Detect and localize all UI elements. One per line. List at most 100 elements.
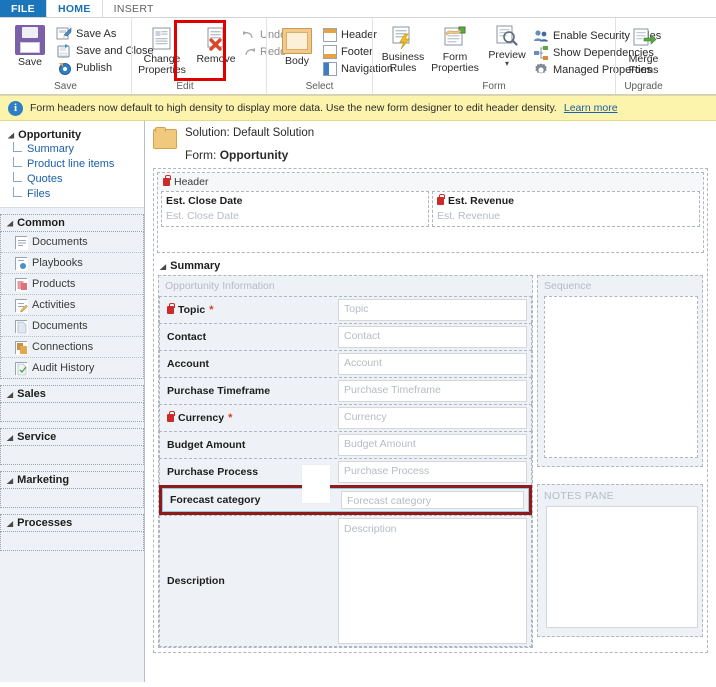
chevron-collapse-icon[interactable]: ◢ — [7, 476, 13, 484]
change-properties-icon — [149, 26, 175, 52]
sidebar-item-products[interactable]: Products — [1, 274, 143, 295]
field-est-revenue[interactable]: Est. Revenue Est. Revenue — [432, 191, 700, 227]
sidebar-group-header[interactable]: ◢ Processes — [0, 514, 144, 532]
chevron-collapse-icon[interactable]: ◢ — [7, 433, 13, 441]
documents-icon — [15, 319, 28, 334]
preview-dropdown-arrow[interactable]: ▾ — [505, 60, 509, 68]
sidebar-item-label: Products — [32, 278, 76, 290]
sidebar-item-label: Quotes — [27, 172, 63, 185]
audit-history-icon — [15, 361, 28, 376]
learn-more-link[interactable]: Learn more — [564, 102, 618, 114]
business-rules-button[interactable]: Business Rules — [377, 22, 429, 73]
field-input[interactable]: Description — [338, 518, 527, 644]
chevron-collapse-icon[interactable]: ◢ — [160, 262, 166, 270]
field-row-purchase-process[interactable]: Purchase Process Purchase Process — [159, 458, 532, 485]
ribbon-group-upgrade: Merge Forms Upgrade — [615, 18, 671, 94]
header-section[interactable]: Header Est. Close Date Est. Close Date E… — [157, 172, 704, 253]
field-input[interactable]: Contact — [338, 326, 527, 348]
documents-icon — [15, 235, 28, 250]
ribbon-group-form: Business Rules Form Properties Preview ▾ — [372, 18, 661, 94]
chevron-collapse-icon[interactable]: ◢ — [7, 519, 13, 527]
required-indicator: * — [228, 412, 233, 424]
field-input[interactable]: Budget Amount — [338, 434, 527, 456]
field-input[interactable]: Topic — [338, 299, 527, 321]
sequence-control[interactable] — [544, 296, 698, 458]
field-label: Currency * — [160, 405, 338, 431]
sidebar-item-label: Documents — [32, 236, 88, 248]
field-row-topic[interactable]: Topic * Topic — [159, 296, 532, 323]
summary-right-column: Sequence NOTES PANE — [537, 275, 703, 648]
change-properties-button[interactable]: Change Properties — [136, 24, 188, 75]
chevron-collapse-icon[interactable]: ◢ — [8, 131, 14, 139]
notification-text: Form headers now default to high density… — [30, 102, 557, 114]
sidebar-item-activities[interactable]: Activities — [1, 295, 143, 316]
sidebar-group-label: Marketing — [17, 474, 70, 486]
notes-pane-section[interactable]: NOTES PANE — [537, 484, 703, 637]
tab-file[interactable]: FILE — [0, 0, 46, 17]
opportunity-information-section[interactable]: Opportunity Information Topic * Topic Co… — [158, 275, 533, 648]
chevron-collapse-icon[interactable]: ◢ — [7, 219, 13, 227]
main-area: ◢ Opportunity Summary Product line items… — [0, 121, 716, 682]
sidebar-group-empty-dropzone[interactable] — [0, 489, 144, 508]
save-as-icon — [56, 26, 72, 42]
body-button[interactable]: Body — [271, 26, 323, 67]
tab-home[interactable]: HOME — [45, 0, 103, 17]
field-input[interactable]: Currency — [338, 407, 527, 429]
products-icon — [15, 277, 28, 292]
sequence-section[interactable]: Sequence — [537, 275, 703, 467]
sidebar-group-empty-dropzone[interactable] — [0, 532, 144, 551]
sidebar-group-header[interactable]: ◢ Sales — [0, 385, 144, 403]
field-placeholder: Est. Close Date — [166, 210, 239, 222]
undo-icon — [242, 28, 256, 42]
header-section-filler — [158, 230, 703, 252]
field-row-currency[interactable]: Currency * Currency — [159, 404, 532, 431]
sidebar-group-empty-dropzone[interactable] — [0, 446, 144, 465]
sidebar-item-label: Audit History — [32, 362, 95, 374]
preview-button[interactable]: Preview ▾ — [481, 22, 533, 68]
sidebar-group-header[interactable]: ◢ Service — [0, 428, 144, 446]
field-row-account[interactable]: Account Account — [159, 350, 532, 377]
field-input[interactable]: Account — [338, 353, 527, 375]
tab-insert[interactable]: INSERT — [103, 0, 165, 17]
sidebar-item-documents[interactable]: Documents — [1, 232, 143, 253]
security-roles-icon — [533, 28, 549, 44]
field-row-forecast-category[interactable]: Forecast category Forecast category — [162, 488, 529, 512]
merge-forms-button[interactable]: Merge Forms — [618, 24, 670, 75]
field-input[interactable]: Forecast category — [341, 491, 524, 509]
sidebar-item-quotes[interactable]: Quotes — [13, 171, 144, 186]
sidebar-group-common: ◢ Common Documents Playbooks Products Ac… — [0, 214, 144, 379]
sidebar-group-empty-dropzone[interactable] — [0, 403, 144, 422]
sidebar-item-documents-2[interactable]: Documents — [1, 316, 143, 337]
nav-root-opportunity[interactable]: ◢ Opportunity — [8, 129, 144, 141]
header-icon — [323, 27, 337, 42]
field-est-close-date[interactable]: Est. Close Date Est. Close Date — [161, 191, 429, 227]
field-label: Budget Amount — [167, 439, 246, 451]
remove-icon — [203, 26, 229, 52]
field-row-contact[interactable]: Contact Contact — [159, 323, 532, 350]
save-button[interactable]: Save — [4, 22, 56, 68]
sidebar-item-files[interactable]: Files — [13, 186, 144, 201]
field-input[interactable]: Purchase Timeframe — [338, 380, 527, 402]
form-properties-button[interactable]: Form Properties — [429, 22, 481, 73]
remove-button[interactable]: Remove — [190, 24, 242, 65]
sidebar-item-audit-history[interactable]: Audit History — [1, 358, 143, 378]
field-row-purchase-timeframe[interactable]: Purchase Timeframe Purchase Timeframe — [159, 377, 532, 404]
notes-control[interactable] — [546, 506, 698, 628]
save-and-close-icon — [56, 43, 72, 59]
sidebar-group-header[interactable]: ◢ Marketing — [0, 471, 144, 489]
sidebar-group-header[interactable]: ◢ Common — [0, 214, 144, 232]
field-row-description[interactable]: Description Description — [159, 515, 532, 647]
sidebar-item-playbooks[interactable]: Playbooks — [1, 253, 143, 274]
lock-icon — [167, 303, 175, 314]
field-input[interactable]: Purchase Process — [338, 461, 527, 483]
sidebar-item-product-line-items[interactable]: Product line items — [13, 156, 144, 171]
field-row-budget-amount[interactable]: Budget Amount Budget Amount — [159, 431, 532, 458]
sidebar-item-summary[interactable]: Summary — [13, 141, 144, 156]
sidebar-group-sales: ◢ Sales — [0, 385, 144, 422]
connections-icon — [15, 340, 28, 355]
sidebar-item-label: Activities — [32, 299, 76, 311]
form-properties-icon — [442, 24, 468, 50]
tab-summary[interactable]: ◢ Summary — [154, 256, 707, 275]
chevron-collapse-icon[interactable]: ◢ — [7, 390, 13, 398]
sidebar-item-connections[interactable]: Connections — [1, 337, 143, 358]
